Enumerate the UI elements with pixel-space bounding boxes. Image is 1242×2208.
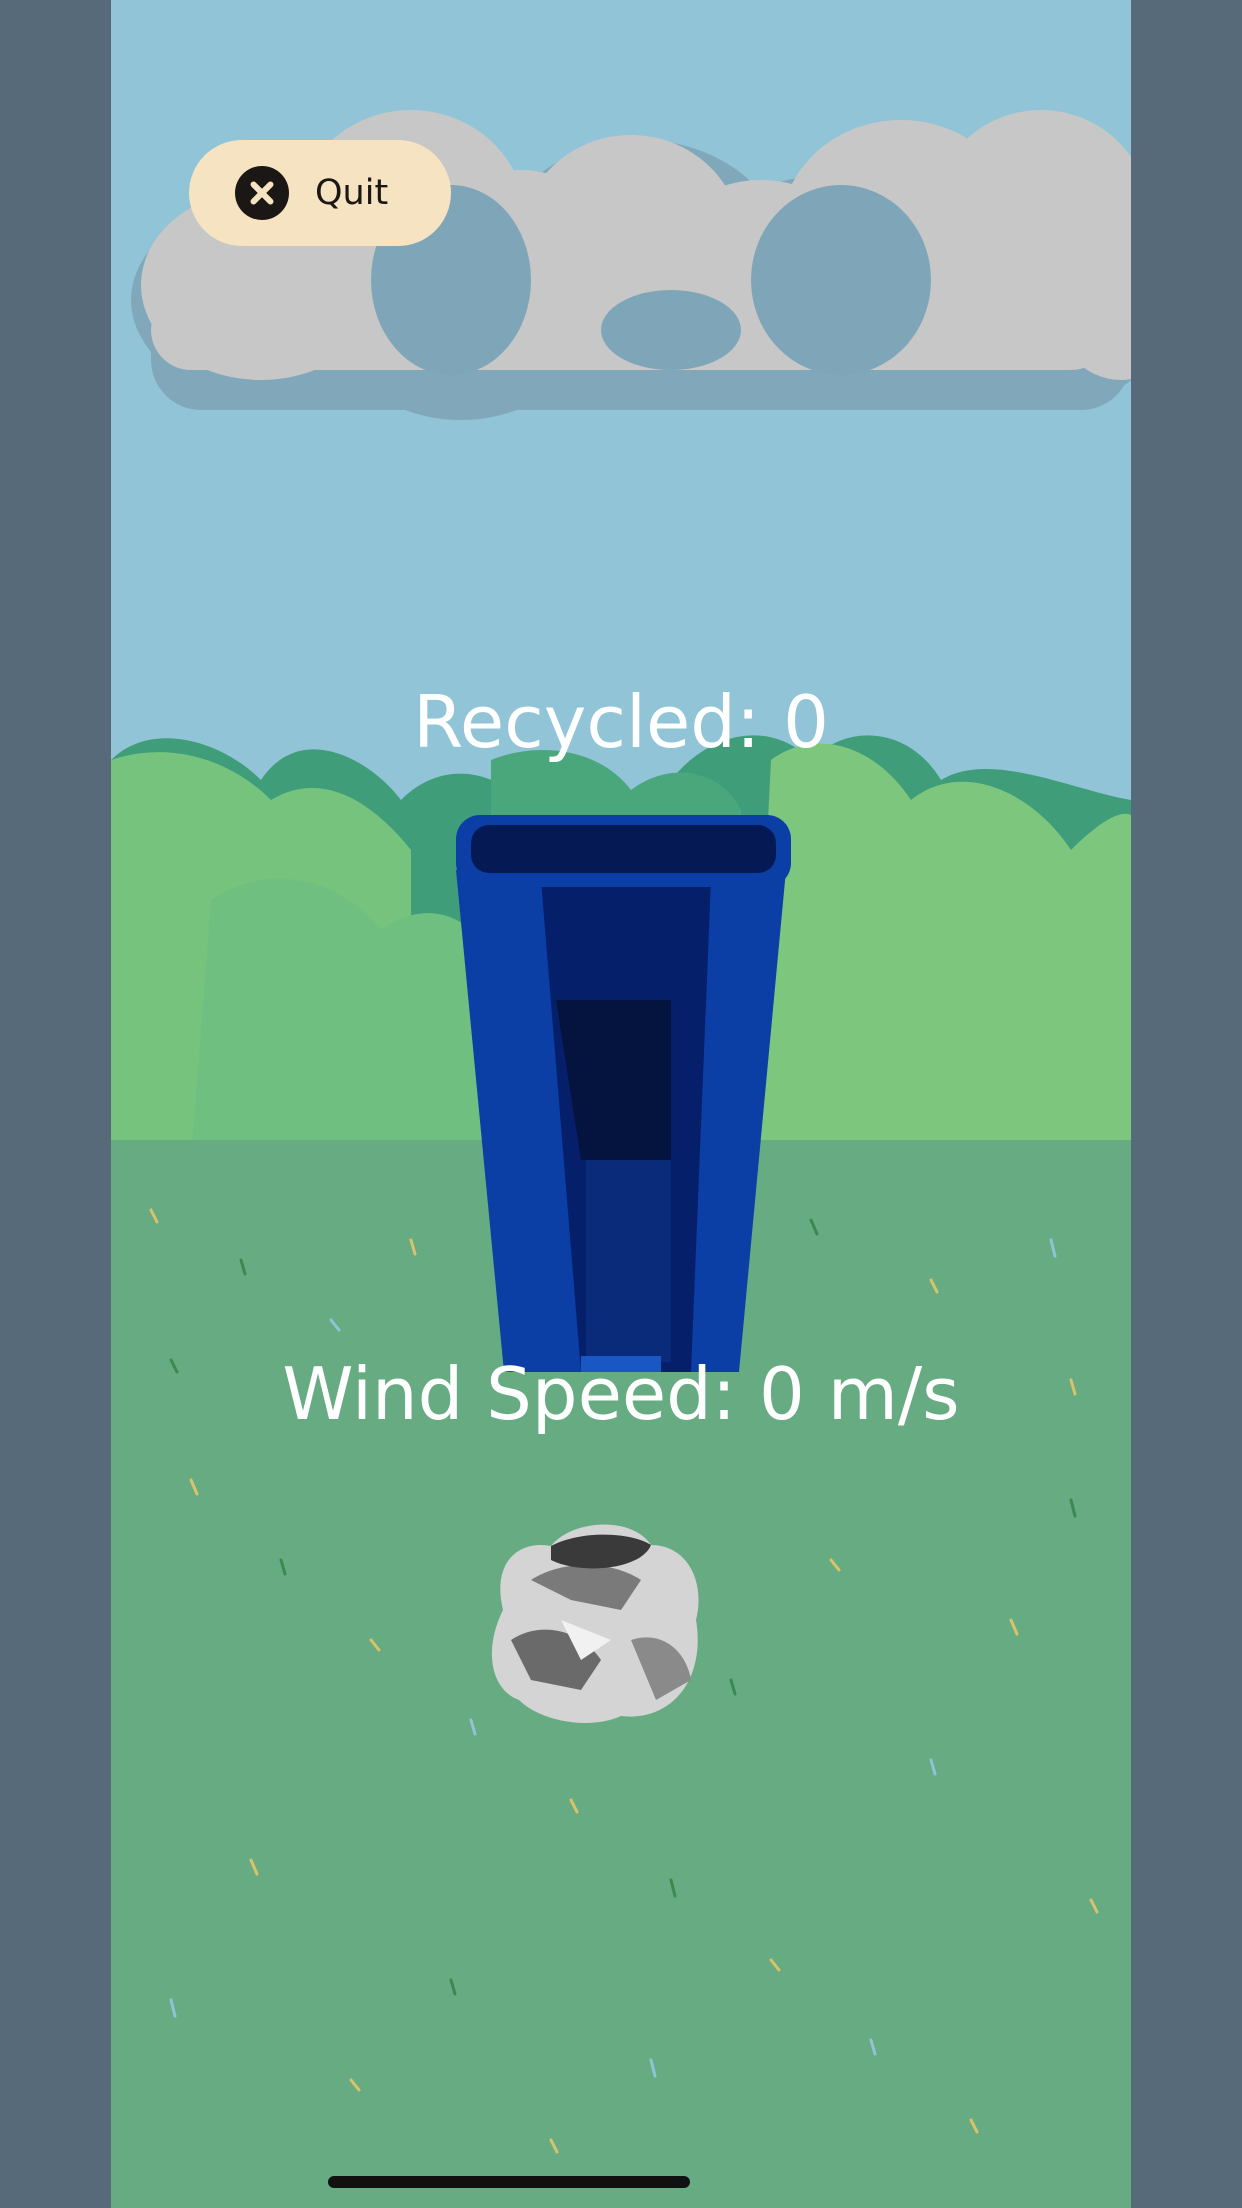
home-indicator[interactable] bbox=[328, 2176, 690, 2188]
close-icon bbox=[235, 166, 289, 220]
game-scene bbox=[111, 0, 1131, 2208]
recycle-bin bbox=[456, 815, 791, 1372]
recycled-counter: Recycled: 0 bbox=[413, 680, 829, 764]
wind-speed-readout: Wind Speed: 0 m/s bbox=[282, 1352, 960, 1436]
quit-button[interactable]: Quit bbox=[189, 140, 451, 246]
paper-ball[interactable] bbox=[491, 1524, 699, 1723]
quit-label: Quit bbox=[315, 173, 389, 213]
game-viewport[interactable]: Quit Recycled: 0 Wind Speed: 0 m/s bbox=[111, 0, 1131, 2208]
